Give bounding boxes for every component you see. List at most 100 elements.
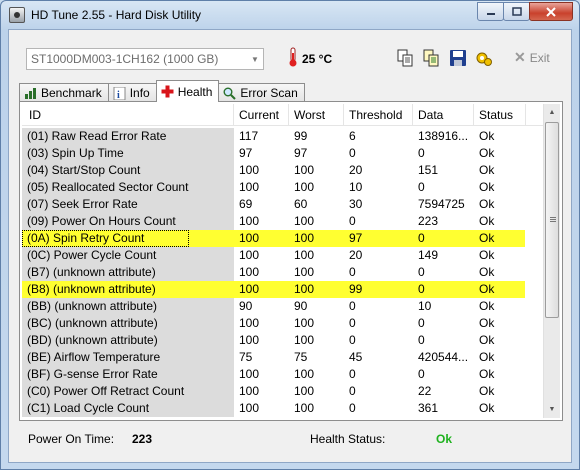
- cell-data: 0: [418, 265, 425, 279]
- health-status-label: Health Status:: [310, 432, 386, 446]
- table-row[interactable]: (BE) Airflow Temperature 75 75 45 420544... O…: [22, 349, 543, 366]
- cell-id: (09) Power On Hours Count: [27, 214, 176, 228]
- title-bar[interactable]: HD Tune 2.55 - Hard Disk Utility: [1, 1, 579, 29]
- table-row[interactable]: (C1) Load Cycle Count 100 100 0 361 Ok: [22, 400, 543, 417]
- cell-worst: 100: [294, 180, 315, 194]
- tab-benchmark[interactable]: Benchmark: [19, 83, 109, 102]
- maximize-button[interactable]: [503, 2, 530, 21]
- cell-current: 100: [239, 248, 260, 262]
- table-row[interactable]: (03) Spin Up Time 97 97 0 0 Ok: [22, 145, 543, 162]
- cell-data: 223: [418, 214, 439, 228]
- column-divider[interactable]: [412, 104, 413, 126]
- save-icon[interactable]: [449, 49, 467, 67]
- column-divider[interactable]: [525, 104, 526, 126]
- cell-id: (0A) Spin Retry Count: [27, 231, 145, 245]
- column-divider[interactable]: [288, 104, 289, 126]
- cell-threshold: 0: [349, 367, 356, 381]
- options-icon[interactable]: [475, 49, 493, 67]
- cell-status: Ok: [479, 163, 495, 177]
- column-header-threshold[interactable]: Threshold: [349, 108, 402, 122]
- table-row[interactable]: (01) Raw Read Error Rate 117 99 6 138916... O…: [22, 128, 543, 145]
- table-row[interactable]: (07) Seek Error Rate 69 60 30 7594725 Ok: [22, 196, 543, 213]
- health-panel: ID Current Worst Threshold Data Status (…: [19, 101, 563, 421]
- cell-current: 117: [239, 129, 259, 143]
- table-row[interactable]: (BC) (unknown attribute) 100 100 0 0 Ok: [22, 315, 543, 332]
- table-row[interactable]: (09) Power On Hours Count 100 100 0 223 Ok: [22, 213, 543, 230]
- table-row[interactable]: (BF) G-sense Error Rate 100 100 0 0 Ok: [22, 366, 543, 383]
- tab-health[interactable]: Health: [155, 80, 220, 102]
- scroll-up-button[interactable]: ▲: [544, 104, 560, 121]
- table-row[interactable]: (04) Start/Stop Count 100 100 20 151 Ok: [22, 162, 543, 179]
- cell-id: (0C) Power Cycle Count: [27, 248, 157, 262]
- cell-id: (BD) (unknown attribute): [27, 333, 158, 347]
- info-icon: i: [113, 86, 126, 100]
- cell-threshold: 99: [349, 282, 363, 296]
- cell-status: Ok: [479, 384, 495, 398]
- table-row[interactable]: (05) Reallocated Sector Count 100 100 10 0 Ok: [22, 179, 543, 196]
- cell-threshold: 0: [349, 401, 356, 415]
- benchmark-icon: [25, 87, 36, 99]
- copy-all-icon[interactable]: [422, 49, 440, 67]
- cell-threshold: 0: [349, 299, 356, 313]
- cell-status: Ok: [479, 316, 495, 330]
- app-window: HD Tune 2.55 - Hard Disk Utility ST1000D…: [0, 0, 580, 470]
- smart-table[interactable]: ID Current Worst Threshold Data Status (…: [22, 104, 543, 418]
- cell-threshold: 6: [349, 129, 356, 143]
- tab-error-scan[interactable]: Error Scan: [218, 83, 305, 102]
- column-header-id[interactable]: ID: [29, 108, 41, 122]
- table-row[interactable]: (BB) (unknown attribute) 90 90 0 10 Ok: [22, 298, 543, 315]
- cell-threshold: 0: [349, 265, 356, 279]
- grip-line: [550, 221, 556, 222]
- exit-button[interactable]: ✕ Exit: [514, 49, 550, 66]
- column-header-data[interactable]: Data: [418, 108, 443, 122]
- scroll-thumb[interactable]: [545, 122, 559, 318]
- toolbar: ST1000DM003-1CH162 (1000 GB) ▼ 25 °C ✕ E…: [9, 30, 571, 80]
- cell-data: 10: [418, 299, 432, 313]
- table-row[interactable]: (B7) (unknown attribute) 100 100 0 0 Ok: [22, 264, 543, 281]
- cell-worst: 100: [294, 333, 315, 347]
- close-button[interactable]: [529, 2, 573, 21]
- tab-info[interactable]: i Info: [107, 83, 157, 102]
- cell-worst: 75: [294, 350, 308, 364]
- cell-threshold: 45: [349, 350, 363, 364]
- vertical-scrollbar[interactable]: ▲ ▼: [543, 104, 560, 418]
- cell-status: Ok: [479, 214, 495, 228]
- cell-status: Ok: [479, 282, 495, 296]
- minimize-icon: [486, 12, 495, 15]
- table-row[interactable]: (B8) (unknown attribute) 100 100 99 0 Ok: [22, 281, 543, 298]
- column-header-worst[interactable]: Worst: [294, 108, 325, 122]
- drive-select[interactable]: ST1000DM003-1CH162 (1000 GB) ▼: [26, 48, 264, 70]
- cell-id: (C1) Load Cycle Count: [27, 401, 150, 415]
- table-row[interactable]: (0A) Spin Retry Count 100 100 97 0 Ok: [22, 230, 543, 247]
- tab-info-label: Info: [129, 86, 150, 100]
- cell-threshold: 0: [349, 316, 356, 330]
- cell-current: 97: [239, 146, 253, 160]
- table-row[interactable]: (0C) Power Cycle Count 100 100 20 149 Ok: [22, 247, 543, 264]
- cell-threshold: 97: [349, 231, 363, 245]
- cell-id: (05) Reallocated Sector Count: [27, 180, 189, 194]
- table-row[interactable]: (BD) (unknown attribute) 100 100 0 0 Ok: [22, 332, 543, 349]
- table-row[interactable]: (C0) Power Off Retract Count 100 100 0 22 Ok: [22, 383, 543, 400]
- status-area: Power On Time: 223 Health Status: Ok: [19, 425, 563, 457]
- scroll-down-button[interactable]: ▼: [544, 401, 560, 418]
- cell-data: 0: [418, 316, 425, 330]
- column-divider[interactable]: [233, 104, 234, 126]
- cell-current: 100: [239, 180, 260, 194]
- cell-worst: 90: [294, 299, 308, 313]
- cell-data: 0: [418, 333, 425, 347]
- cell-data: 0: [418, 367, 425, 381]
- column-header-current[interactable]: Current: [239, 108, 279, 122]
- cell-data: 0: [418, 231, 425, 245]
- cell-worst: 100: [294, 248, 315, 262]
- cell-current: 100: [239, 163, 260, 177]
- copy-icon[interactable]: [396, 49, 414, 67]
- column-divider[interactable]: [473, 104, 474, 126]
- minimize-button[interactable]: [477, 2, 504, 21]
- cell-status: Ok: [479, 197, 495, 211]
- disk-icon: [9, 7, 25, 23]
- column-header-status[interactable]: Status: [479, 108, 513, 122]
- window-title: HD Tune 2.55 - Hard Disk Utility: [31, 8, 202, 22]
- grip-line: [550, 219, 556, 220]
- cell-current: 69: [239, 197, 253, 211]
- column-divider[interactable]: [343, 104, 344, 126]
